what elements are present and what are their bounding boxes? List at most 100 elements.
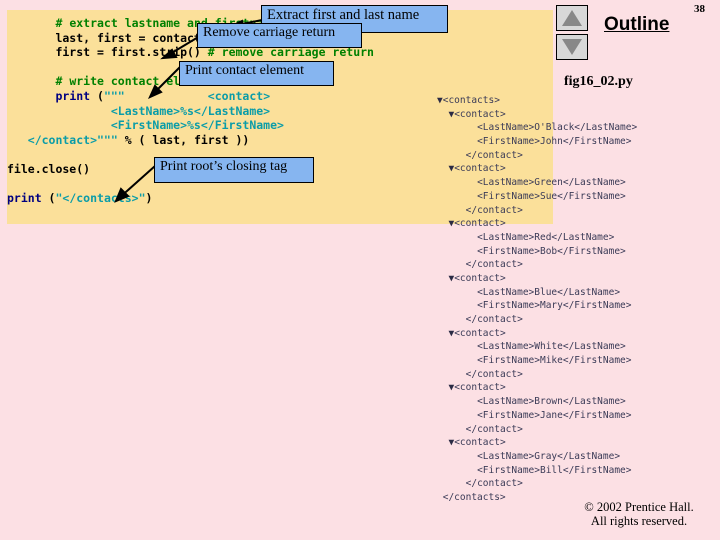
outline-tree-row[interactable]: ▼<contact> [437,217,637,231]
code-token: <FirstName>%s</FirstName> [7,118,284,133]
triangle-down-icon [562,39,582,55]
code-token: first = first.strip() [7,45,208,60]
outline-tree-label: </contacts> [442,491,506,503]
navigation-buttons[interactable] [556,5,588,60]
outline-tree-label: <contact> [454,382,506,394]
outline-tree-row[interactable]: <LastName>Brown</LastName> [437,395,637,409]
outline-tree-label: <contact> [454,108,506,120]
outline-tree-row[interactable]: <LastName>White</LastName> [437,340,637,354]
outline-tree-row[interactable]: <FirstName>John</FirstName> [437,135,637,149]
outline-tree-label: <LastName>Brown</LastName> [477,396,626,408]
outline-tree-row[interactable]: <FirstName>Sue</FirstName> [437,190,637,204]
outline-tree-label: <LastName>Red</LastName> [477,231,615,243]
outline-tree-label: </contact> [465,204,523,216]
outline-tree-row[interactable]: </contact> [437,258,637,272]
outline-tree-row[interactable]: <FirstName>Mary</FirstName> [437,299,637,313]
outline-tree-label: <contact> [454,437,506,449]
copyright-notice: © 2002 Prentice Hall. All rights reserve… [563,500,715,529]
scroll-down-button[interactable] [556,34,588,60]
outline-tree-row[interactable]: <FirstName>Bill</FirstName> [437,464,637,478]
outline-tree-row[interactable]: <FirstName>Mike</FirstName> [437,354,637,368]
code-token: </contact>""" [7,132,118,147]
outline-tree-label: <FirstName>Mary</FirstName> [477,300,632,312]
outline-tree-label: <FirstName>Mike</FirstName> [477,355,632,367]
outline-tree-row[interactable]: <LastName>Blue</LastName> [437,286,637,300]
code-token: <LastName>%s</LastName> [7,103,271,118]
outline-tree-label: <contact> [454,327,506,339]
outline-tree-row[interactable]: ▼<contact> [437,436,637,450]
copyright-line-1: © 2002 Prentice Hall. [584,500,694,514]
code-token: ( [90,88,104,103]
outline-tree-row[interactable]: </contact> [437,477,637,491]
outline-tree-label: <contact> [454,163,506,175]
copyright-line-2: All rights reserved. [590,514,688,529]
outline-tree-label: <contact> [454,218,506,230]
outline-tree-row[interactable]: ▼<contacts> [437,94,637,108]
outline-tree-row[interactable]: <LastName>Gray</LastName> [437,450,637,464]
outline-tree-row[interactable]: <LastName>Red</LastName> [437,231,637,245]
outline-tree-row[interactable]: ▼<contact> [437,162,637,176]
outline-tree-label: </contact> [465,423,523,435]
outline-tree-row[interactable]: </contact> [437,204,637,218]
code-token: file.close() [7,161,91,176]
code-token: ( [41,191,56,206]
outline-tree-label: <LastName>Blue</LastName> [477,286,621,298]
outline-tree-label: <LastName>White</LastName> [477,341,626,353]
outline-tree-row[interactable]: <LastName>O'Black</LastName> [437,121,637,135]
outline-tree-row[interactable]: ▼<contact> [437,272,637,286]
outline-tree-label: <FirstName>John</FirstName> [477,136,632,148]
outline-tree-label: <FirstName>Sue</FirstName> [477,190,626,202]
callout-print-roots-closing-tag: Print root’s closing tag [154,157,314,183]
code-token: ) [145,191,153,206]
callout-remove-carriage-return: Remove carriage return [197,23,362,48]
outline-tree-row[interactable]: <LastName>Green</LastName> [437,176,637,190]
scroll-up-button[interactable] [556,5,588,31]
outline-tree-row[interactable]: <FirstName>Bob</FirstName> [437,245,637,259]
outline-tree-label: <FirstName>Bob</FirstName> [477,245,626,257]
outline-tree-label: <FirstName>Bill</FirstName> [477,464,632,476]
outline-tree-label: <LastName>Gray</LastName> [477,450,621,462]
source-file-name: fig16_02.py [564,74,633,89]
xml-outline-tree[interactable]: ▼<contacts> ▼<contact> <LastName>O'Black… [437,94,637,505]
outline-tree-row[interactable]: <FirstName>Jane</FirstName> [437,409,637,423]
outline-tree-row[interactable]: </contact> [437,313,637,327]
outline-tree-label: </contact> [465,259,523,271]
outline-tree-label: <LastName>Green</LastName> [477,177,626,189]
outline-tree-row[interactable]: </contact> [437,149,637,163]
outline-tree-label: <contacts> [442,95,500,106]
outline-tree-row[interactable]: </contact> [437,368,637,382]
outline-tree-row[interactable]: </contact> [437,423,637,437]
outline-tree-row[interactable]: ▼<contact> [437,108,637,122]
outline-tree-label: <LastName>O'Black</LastName> [477,122,638,134]
code-token: % ( last, first )) [117,132,250,147]
outline-tree-row[interactable]: ▼<contact> [437,381,637,395]
outline-tree-row[interactable]: ▼<contact> [437,327,637,341]
code-token: print [55,88,91,103]
